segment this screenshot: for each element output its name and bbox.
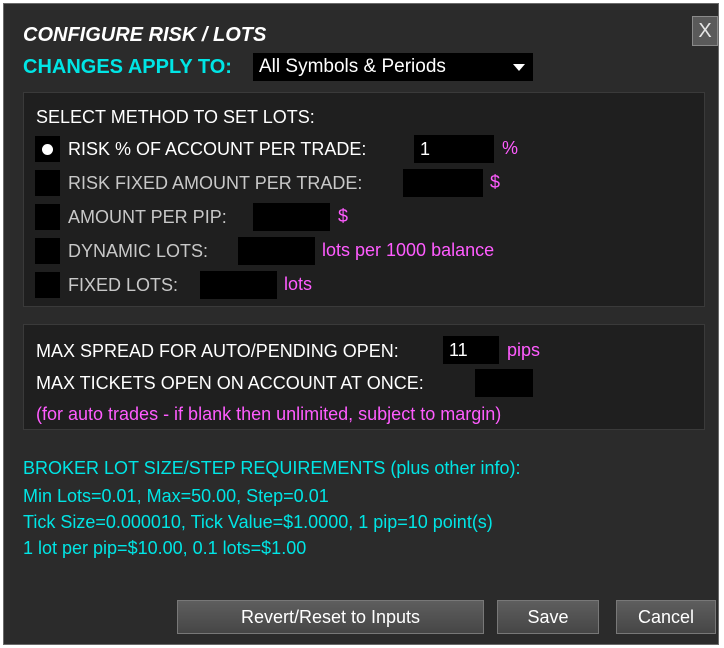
risk-percent-unit: %	[502, 138, 519, 158]
fixed-lots-unit: lots	[284, 274, 313, 294]
dynamic-lots-input[interactable]	[238, 237, 315, 265]
apply-to-value: All Symbols & Periods	[259, 56, 446, 77]
fixed-lots-input[interactable]	[200, 271, 277, 299]
option-amount-per-pip-label: AMOUNT PER PIP:	[68, 207, 227, 227]
option-amount-per-pip-radio[interactable]	[35, 204, 60, 230]
risk-percent-input[interactable]: 1	[414, 135, 494, 163]
option-risk-percent-radio[interactable]	[35, 136, 60, 162]
broker-line: 1 lot per pip=$10.00, 0.1 lots=$1.00	[23, 538, 307, 558]
risk-fixed-input[interactable]	[403, 169, 483, 197]
apply-to-label: CHANGES APPLY TO:	[23, 56, 232, 78]
cancel-button[interactable]: Cancel	[616, 600, 716, 634]
option-fixed-lots-radio[interactable]	[35, 272, 60, 298]
chevron-down-icon	[513, 64, 525, 71]
close-button[interactable]: X	[692, 16, 718, 46]
dynamic-lots-unit: lots per 1000 balance	[322, 240, 495, 260]
max-spread-input[interactable]: 11	[443, 336, 499, 364]
selected-dot-icon	[42, 144, 53, 155]
apply-to-select[interactable]: All Symbols & Periods	[253, 53, 533, 81]
option-dynamic-lots-radio[interactable]	[35, 238, 60, 264]
option-risk-fixed-radio[interactable]	[35, 170, 60, 196]
option-risk-fixed-label: RISK FIXED AMOUNT PER TRADE:	[68, 173, 363, 193]
broker-line: Tick Size=0.000010, Tick Value=$1.0000, …	[23, 512, 493, 532]
amount-per-pip-unit: $	[338, 206, 349, 226]
revert-button[interactable]: Revert/Reset to Inputs	[177, 600, 484, 634]
save-button[interactable]: Save	[497, 600, 599, 634]
option-risk-percent-label: RISK % OF ACCOUNT PER TRADE:	[68, 139, 367, 159]
amount-per-pip-input[interactable]	[253, 203, 330, 231]
dialog-title: CONFIGURE RISK / LOTS	[23, 24, 267, 46]
max-tickets-label: MAX TICKETS OPEN ON ACCOUNT AT ONCE:	[36, 373, 424, 393]
method-heading: SELECT METHOD TO SET LOTS:	[36, 107, 315, 127]
max-tickets-note: (for auto trades - if blank then unlimit…	[36, 404, 502, 424]
max-spread-unit: pips	[507, 340, 541, 360]
broker-heading: BROKER LOT SIZE/STEP REQUIREMENTS (plus …	[23, 458, 521, 478]
max-tickets-input[interactable]	[475, 369, 533, 397]
option-dynamic-lots-label: DYNAMIC LOTS:	[68, 241, 209, 261]
option-fixed-lots-label: FIXED LOTS:	[68, 275, 179, 295]
max-spread-label: MAX SPREAD FOR AUTO/PENDING OPEN:	[36, 341, 399, 361]
broker-line: Min Lots=0.01, Max=50.00, Step=0.01	[23, 486, 329, 506]
risk-fixed-unit: $	[490, 172, 501, 192]
